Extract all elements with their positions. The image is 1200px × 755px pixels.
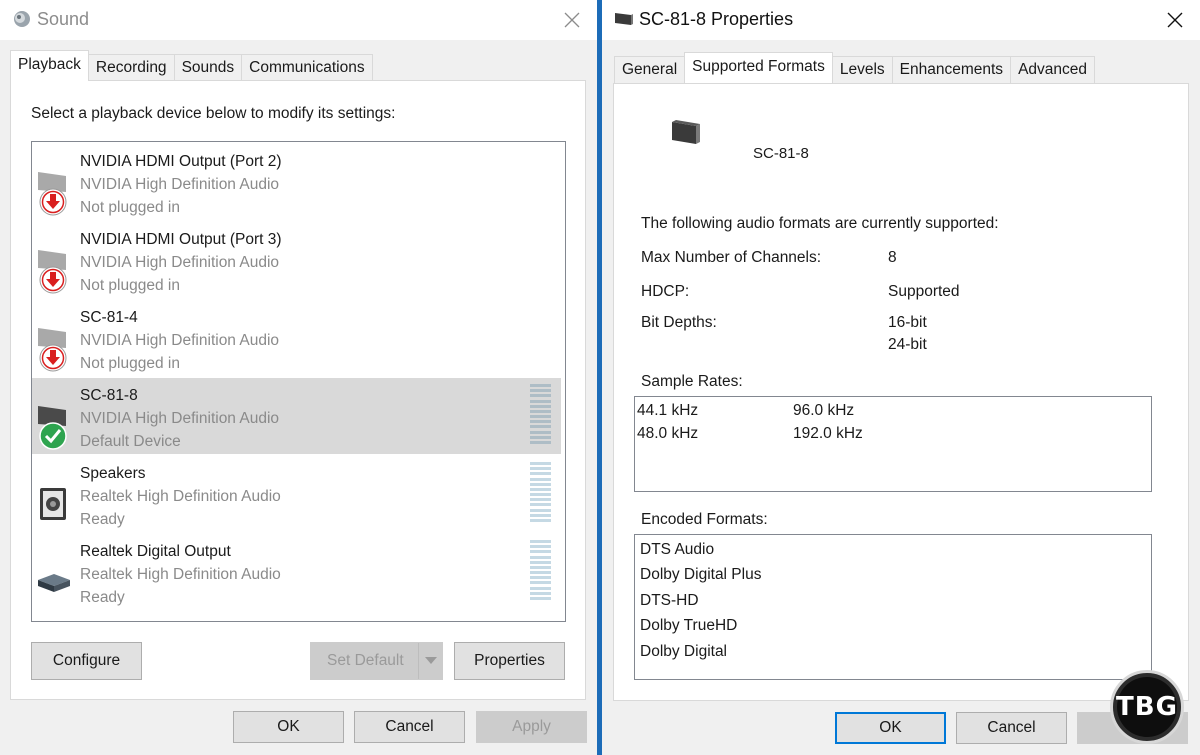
sample-rates-label: Sample Rates: — [641, 373, 743, 390]
configure-button[interactable]: Configure — [31, 642, 142, 680]
encoded-format-item: Dolby Digital — [640, 643, 728, 660]
device-driver: NVIDIA High Definition Audio — [80, 254, 280, 271]
device-driver: NVIDIA High Definition Audio — [80, 332, 280, 349]
sample-rates-list[interactable]: 44.1 kHz 96.0 kHz 48.0 kHz 192.0 kHz — [634, 396, 1152, 492]
set-default-dropdown[interactable] — [418, 643, 442, 679]
device-driver: NVIDIA High Definition Audio — [80, 176, 280, 193]
device-name: SC-81-8 — [80, 387, 138, 404]
monitor-icon — [672, 120, 700, 144]
speaker-app-icon — [14, 11, 30, 27]
cancel-button[interactable]: Cancel — [354, 711, 465, 743]
tab-supported-formats[interactable]: Supported Formats — [684, 52, 833, 83]
device-status: Not plugged in — [80, 355, 180, 372]
device-status: Default Device — [80, 433, 181, 450]
tab-communications[interactable]: Communications — [241, 54, 373, 81]
monitor-default-icon — [38, 406, 67, 450]
tab-advanced[interactable]: Advanced — [1010, 56, 1096, 83]
properties-tabs: General Supported Formats Levels Enhance… — [614, 52, 1096, 83]
volume-meter — [530, 540, 551, 600]
tab-general[interactable]: General — [614, 56, 686, 83]
device-name: SC-81-8 — [753, 145, 809, 162]
tab-sounds[interactable]: Sounds — [173, 54, 243, 81]
encoded-formats-list[interactable]: DTS Audio Dolby Digital Plus DTS-HD Dolb… — [634, 534, 1152, 680]
cancel-button[interactable]: Cancel — [956, 712, 1067, 744]
device-item-hdmi-port-3[interactable]: NVIDIA HDMI Output (Port 3) NVIDIA High … — [32, 222, 561, 298]
encoded-format-item: DTS Audio — [640, 541, 715, 558]
sample-rate-item: 96.0 kHz — [793, 402, 855, 419]
encoded-format-item: DTS-HD — [640, 592, 699, 609]
close-icon — [564, 12, 580, 28]
tab-recording[interactable]: Recording — [87, 54, 175, 81]
supported-formats-panel: SC-81-8 The following audio formats are … — [613, 83, 1189, 701]
device-status: Not plugged in — [80, 277, 180, 294]
device-item-sc-81-4[interactable]: SC-81-4 NVIDIA High Definition Audio Not… — [32, 300, 561, 376]
ok-button[interactable]: OK — [835, 712, 946, 744]
close-button[interactable] — [1160, 6, 1190, 34]
ok-button[interactable]: OK — [233, 711, 344, 743]
device-list[interactable]: NVIDIA HDMI Output (Port 2) NVIDIA High … — [31, 141, 566, 622]
tab-playback[interactable]: Playback — [10, 50, 89, 81]
properties-button[interactable]: Properties — [454, 642, 565, 680]
device-status: Not plugged in — [80, 199, 180, 216]
properties-titlebar: SC-81-8 Properties — [602, 0, 1200, 40]
volume-meter — [530, 462, 551, 522]
chevron-down-icon — [424, 657, 437, 664]
formats-intro: The following audio formats are currentl… — [641, 215, 999, 232]
properties-dialog: SC-81-8 Properties General Supported For… — [602, 0, 1200, 755]
digital-output-icon — [38, 574, 70, 592]
close-button[interactable] — [557, 6, 587, 34]
volume-meter — [530, 384, 551, 444]
device-item-speakers[interactable]: Speakers Realtek High Definition Audio R… — [32, 456, 561, 532]
device-item-hdmi-port-2[interactable]: NVIDIA HDMI Output (Port 2) NVIDIA High … — [32, 144, 561, 220]
device-status: Ready — [80, 511, 125, 528]
sound-dialog: Sound Playback Recording Sounds Communic… — [0, 0, 597, 755]
apply-button[interactable]: Apply — [476, 711, 587, 743]
set-default-label: Set Default — [327, 652, 404, 669]
tab-levels[interactable]: Levels — [831, 56, 893, 83]
device-item-realtek-digital-output[interactable]: Realtek Digital Output Realtek High Defi… — [32, 534, 561, 610]
sample-rate-item: 192.0 kHz — [793, 425, 863, 442]
encoded-format-item: Dolby Digital Plus — [640, 566, 762, 583]
device-driver: Realtek High Definition Audio — [80, 566, 281, 583]
set-default-button[interactable]: Set Default — [310, 642, 443, 680]
properties-title: SC-81-8 Properties — [639, 9, 794, 29]
monitor-unplugged-icon — [38, 172, 67, 216]
encoded-format-item: Dolby TrueHD — [640, 617, 738, 634]
sound-title: Sound — [37, 9, 90, 29]
device-item-sc-81-8[interactable]: SC-81-8 NVIDIA High Definition Audio Def… — [32, 378, 561, 454]
sample-rate-item: 44.1 kHz — [637, 402, 699, 419]
device-name: Realtek Digital Output — [80, 543, 231, 560]
device-name: NVIDIA HDMI Output (Port 2) — [80, 153, 282, 170]
device-name: Speakers — [80, 465, 146, 482]
device-status: Ready — [80, 589, 125, 606]
max-channels-value: 8 — [888, 249, 897, 266]
bit-depth-value: 24-bit — [888, 336, 927, 353]
max-channels-label: Max Number of Channels: — [641, 249, 822, 266]
monitor-unplugged-icon — [38, 328, 67, 372]
hdcp-label: HDCP: — [641, 283, 690, 300]
monitor-unplugged-icon — [38, 250, 67, 294]
speaker-icon — [40, 488, 66, 520]
close-icon — [1167, 12, 1183, 28]
device-name: NVIDIA HDMI Output (Port 3) — [80, 231, 282, 248]
playback-instruction: Select a playback device below to modify… — [31, 105, 396, 122]
device-driver: NVIDIA High Definition Audio — [80, 410, 280, 427]
device-driver: Realtek High Definition Audio — [80, 488, 281, 505]
encoded-formats-label: Encoded Formats: — [641, 511, 768, 528]
playback-panel: Select a playback device below to modify… — [10, 80, 586, 700]
sound-titlebar: Sound — [0, 0, 597, 40]
bit-depth-value: 16-bit — [888, 314, 927, 331]
monitor-icon — [615, 13, 633, 25]
bit-depths-label: Bit Depths: — [641, 314, 717, 331]
watermark-logo: TBG — [1110, 670, 1184, 744]
device-name: SC-81-4 — [80, 309, 138, 326]
sound-tabs: Playback Recording Sounds Communications — [10, 50, 373, 81]
tab-enhancements[interactable]: Enhancements — [891, 56, 1012, 83]
sample-rate-item: 48.0 kHz — [637, 425, 699, 442]
hdcp-value: Supported — [888, 283, 960, 300]
